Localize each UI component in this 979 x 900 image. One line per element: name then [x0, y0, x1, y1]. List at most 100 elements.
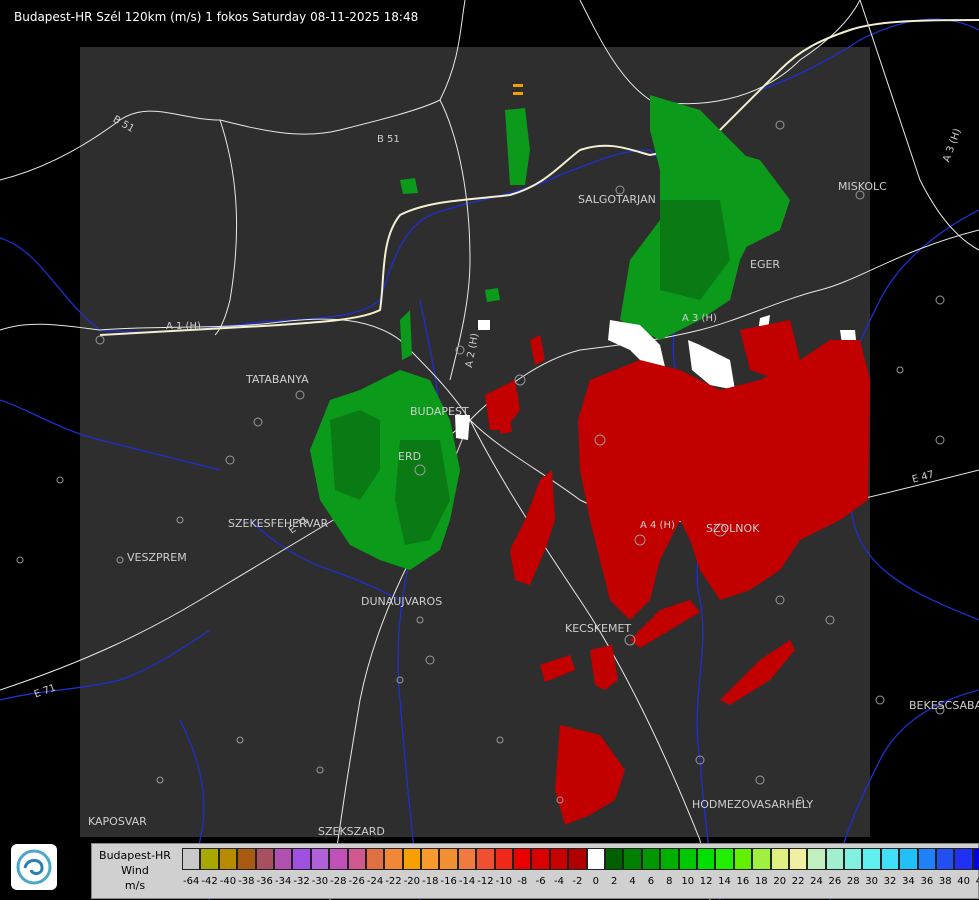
legend-tick: 24 — [810, 876, 823, 887]
legend-tick: 18 — [754, 876, 768, 887]
met-service-logo — [11, 844, 57, 890]
legend-tick: 40 — [957, 876, 970, 887]
legend-tick: -22 — [385, 876, 402, 887]
city-label: SALGOTARJAN — [578, 193, 656, 206]
city-label: SZEKESFEHERVAR — [228, 517, 329, 530]
road-label: B 51 — [377, 134, 400, 145]
legend-tick: 14 — [718, 876, 731, 887]
legend-tick: -14 — [458, 876, 476, 887]
legend-tick: -36 — [256, 876, 273, 887]
legend-swatch — [365, 848, 385, 870]
legend-swatch — [568, 848, 587, 870]
radar-map — [0, 0, 979, 900]
legend-quantity: Wind — [121, 864, 149, 877]
legend-swatch — [862, 848, 881, 870]
legend-swatch — [899, 848, 918, 870]
legend-swatch — [788, 848, 808, 870]
legend-tick: 10 — [681, 876, 695, 887]
city-label: KECSKEMET — [565, 622, 632, 635]
city-label: TATABANYA — [246, 373, 309, 386]
legend-swatch — [513, 848, 532, 870]
legend-swatch — [237, 848, 256, 870]
legend-swatches — [182, 848, 979, 872]
legend-swatch — [623, 848, 642, 870]
legend-tick: 38 — [938, 876, 952, 887]
legend-swatch — [476, 848, 495, 870]
road-label: A 4 (H) — [640, 520, 675, 531]
city-label: BUDAPEST — [410, 405, 469, 418]
city-label: SZOLNOK — [706, 522, 760, 535]
legend-swatch — [457, 848, 477, 870]
legend-swatch — [844, 848, 863, 870]
legend-tick: 26 — [828, 876, 842, 887]
legend-swatch — [182, 848, 201, 870]
legend-swatch — [825, 848, 845, 870]
legend-tick: -40 — [219, 876, 237, 887]
legend-swatch — [936, 848, 955, 870]
legend-tick: 20 — [773, 876, 787, 887]
road-label: A 1 (H) — [166, 321, 201, 332]
legend-swatch — [604, 848, 624, 870]
legend-swatch — [954, 848, 973, 870]
legend-tick: 42 — [975, 876, 979, 887]
legend-swatch — [421, 848, 440, 870]
legend-tick: -2 — [572, 876, 583, 887]
city-label: ERD — [398, 450, 422, 463]
legend-tick: 4 — [629, 876, 636, 887]
legend-tick: -32 — [293, 876, 310, 887]
city-label: MISKOLC — [838, 180, 887, 193]
legend-swatch — [733, 848, 753, 870]
legend-tick: 32 — [883, 876, 897, 887]
legend-tick: 34 — [902, 876, 915, 887]
legend-swatch — [347, 848, 366, 870]
legend-tick: -64 — [183, 876, 200, 887]
city-label: EGER — [750, 258, 781, 271]
legend-tick: 2 — [610, 876, 618, 887]
legend-tick: -16 — [440, 876, 457, 887]
color-legend: Budapest-HR Wind m/s -64 -42 -40 -38 -36 -34-… — [91, 843, 979, 899]
legend-swatch — [255, 848, 274, 870]
legend-swatch — [310, 848, 330, 870]
legend-swatch — [880, 848, 900, 870]
legend-tick: -24 — [366, 876, 384, 887]
legend-tick: -38 — [238, 876, 255, 887]
legend-radar-name: Budapest-HR — [99, 849, 171, 862]
legend-ticks: -64 -42 -40 -38 -36 -34 -32 -30 -28 -26 -24 -22 -20-… — [182, 876, 979, 892]
legend-swatch — [660, 848, 679, 870]
legend-tick: -20 — [403, 876, 421, 887]
legend-swatch — [752, 848, 771, 870]
legend-swatch — [402, 848, 422, 870]
legend-swatch — [696, 848, 716, 870]
legend-swatch — [715, 848, 734, 870]
legend-swatch — [273, 848, 293, 870]
road-label: A 3 (H) — [682, 313, 717, 324]
swirl-icon — [16, 849, 52, 885]
legend-tick: 6 — [647, 876, 655, 887]
legend-tick: 16 — [736, 876, 750, 887]
legend-swatch — [641, 848, 661, 870]
legend-tick: 36 — [920, 876, 934, 887]
legend-tick: 22 — [791, 876, 805, 887]
legend-swatch — [292, 848, 311, 870]
legend-tick: -10 — [495, 876, 512, 887]
legend-swatch — [494, 848, 514, 870]
legend-tick: 30 — [865, 876, 879, 887]
legend-tick: 0 — [592, 876, 599, 887]
city-label: BEKESCSABA — [909, 699, 979, 712]
legend-tick: 28 — [846, 876, 860, 887]
legend-swatch — [678, 848, 697, 870]
legend-swatch — [549, 848, 569, 870]
legend-tick: -8 — [517, 876, 528, 887]
legend-swatch — [770, 848, 789, 870]
legend-swatch — [384, 848, 403, 870]
city-label: DUNAUJVAROS — [361, 595, 443, 608]
city-label: KAPOSVAR — [88, 815, 147, 828]
legend-unit: m/s — [124, 879, 146, 892]
legend-tick: -12 — [477, 876, 494, 887]
legend-swatch — [200, 848, 219, 870]
legend-swatch — [917, 848, 937, 870]
legend-swatch — [586, 848, 605, 870]
page-title: Budapest-HR Szél 120km (m/s) 1 fokos Sat… — [14, 10, 419, 24]
legend-swatch — [329, 848, 348, 870]
legend-tick: -42 — [201, 876, 218, 887]
